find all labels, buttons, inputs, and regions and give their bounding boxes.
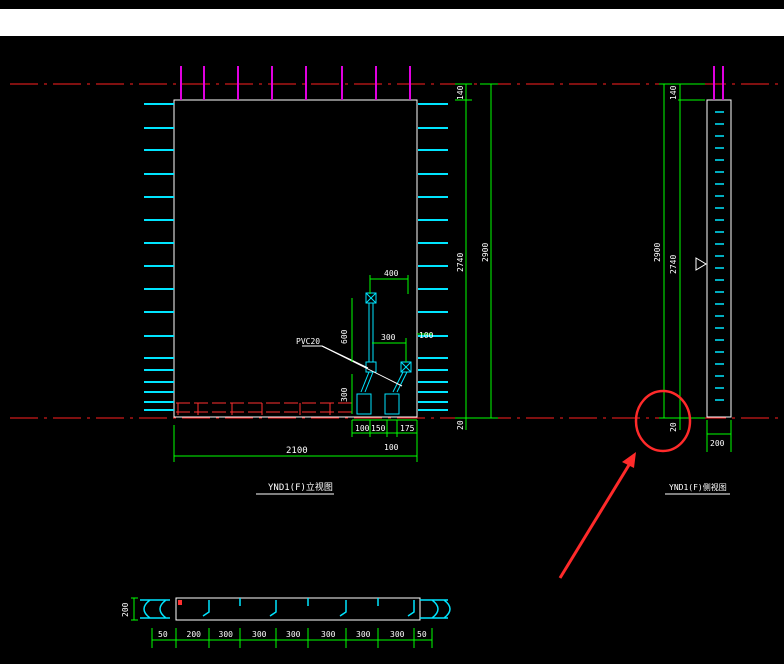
plan-segment-label: 300 [252, 630, 267, 639]
side-dim-20: 20 [669, 422, 678, 432]
left-rebar-ticks [144, 103, 174, 411]
right-rebar-ticks [418, 103, 448, 411]
plan-segment-label: 300 [219, 630, 234, 639]
plan-segment-label: 200 [187, 630, 202, 639]
elevation-view[interactable]: PVC20 2100 100 150 175 100 400 300 600 3… [144, 66, 498, 495]
plan-left-break [140, 599, 170, 619]
overall-width-dim: 2100 [286, 446, 308, 456]
highlight-circle [634, 389, 692, 453]
side-view[interactable]: 140 2740 2900 20 200 YND1(F)侧视图 [653, 66, 732, 495]
dim-pipe-300-v: 300 [340, 387, 349, 402]
dim-20-left: 20 [456, 420, 465, 430]
plan-segment-label: 300 [321, 630, 336, 639]
wall-outline [173, 99, 418, 418]
level-marker [695, 257, 707, 271]
side-dim-140: 140 [669, 85, 678, 100]
pipe-label: PVC20 [296, 337, 320, 346]
dim-bottom-3: 175 [400, 424, 415, 433]
side-dim-200: 200 [710, 439, 725, 448]
plan-segment-labels: 50 200 300 300 300 300 300 300 50 [158, 630, 427, 639]
dim-2900: 2900 [481, 243, 490, 262]
plan-segment-label: 300 [390, 630, 405, 639]
plan-view[interactable]: 200 50 200 300 300 300 300 300 300 50 [121, 597, 451, 648]
plan-segment-label: 300 [356, 630, 371, 639]
dim-bottom-4: 100 [384, 443, 399, 452]
plan-depth-dim: 200 [121, 602, 130, 617]
dim-bottom-2: 150 [371, 424, 386, 433]
dim-pipe-400: 400 [384, 269, 399, 278]
dim-140: 140 [456, 85, 465, 100]
plan-segment-label: 50 [417, 630, 427, 639]
dim-pipe-300: 300 [381, 333, 396, 342]
highlight-arrow [558, 459, 634, 579]
plan-segment-label: 50 [158, 630, 168, 639]
top-rebars [180, 66, 411, 100]
bottom-dims: 100 150 175 100 [355, 424, 415, 452]
dim-2740: 2740 [456, 253, 465, 272]
side-caption: YND1(F)侧视图 [669, 482, 727, 492]
elevation-caption: YND1(F)立视图 [268, 481, 333, 493]
side-rebar-ticks [715, 111, 724, 401]
plan-marker [178, 600, 182, 605]
dim-pipe-600: 600 [340, 329, 349, 344]
side-top-rebars [713, 66, 724, 100]
pvc-pipes [356, 292, 412, 415]
side-dim-2740: 2740 [669, 255, 678, 274]
elevation-dimensions [173, 83, 498, 462]
dim-bottom-1: 100 [355, 424, 370, 433]
cad-drawing-canvas[interactable]: PVC20 2100 100 150 175 100 400 300 600 3… [0, 0, 784, 664]
axis-lines [10, 83, 784, 419]
plan-outline [175, 597, 421, 621]
side-dim-2900: 2900 [653, 243, 662, 262]
bottom-rebars [176, 402, 352, 415]
plan-right-break [420, 599, 451, 619]
plan-hooks [202, 598, 415, 617]
dim-pipe-100: 100 [419, 331, 434, 340]
plan-segment-label: 300 [286, 630, 301, 639]
